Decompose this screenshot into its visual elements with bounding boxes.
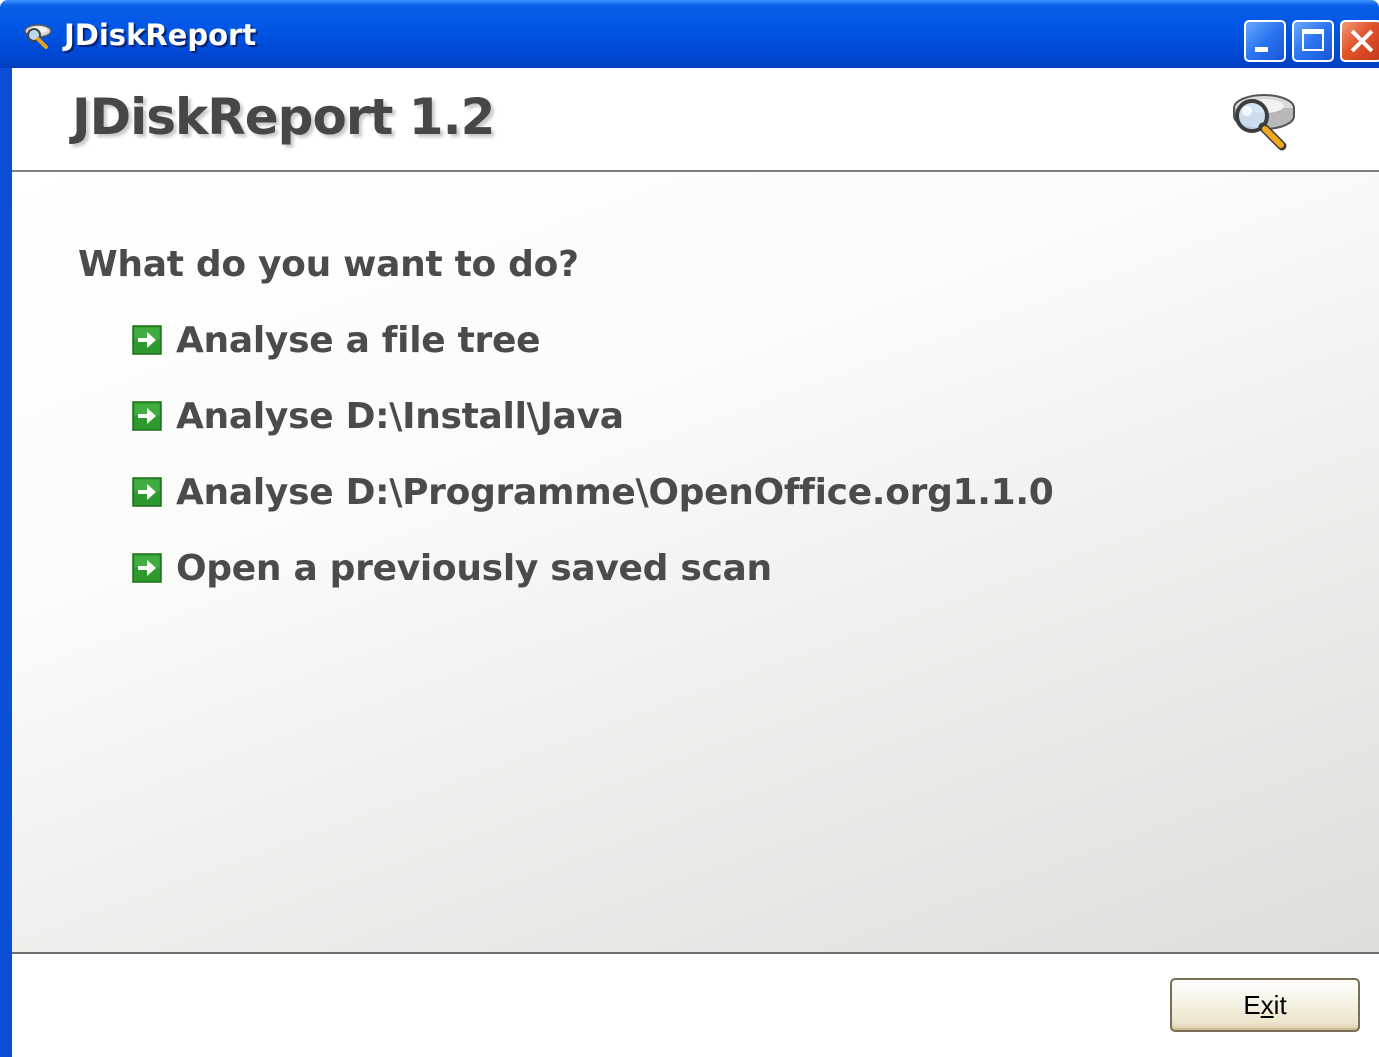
close-button[interactable]	[1340, 20, 1379, 62]
client-area: JDiskReport 1.2 What do you want to do?	[12, 68, 1379, 1057]
green-arrow-icon	[132, 325, 162, 355]
action-label: Analyse a file tree	[176, 319, 541, 361]
action-open-saved-scan[interactable]: Open a previously saved scan	[132, 546, 772, 590]
action-label: Open a previously saved scan	[176, 547, 772, 589]
action-analyse-recent-1[interactable]: Analyse D:\Install\Java	[132, 394, 624, 438]
footer: Exit	[12, 954, 1379, 1057]
app-header: JDiskReport 1.2	[12, 68, 1379, 172]
maximize-button[interactable]	[1292, 20, 1334, 62]
action-analyse-file-tree[interactable]: Analyse a file tree	[132, 318, 540, 362]
green-arrow-icon	[132, 553, 162, 583]
exit-mnemonic: x	[1260, 989, 1274, 1020]
app-icon[interactable]	[22, 22, 56, 50]
minimize-button[interactable]	[1244, 20, 1286, 62]
exit-label: Exit	[1243, 989, 1287, 1020]
title-bar[interactable]: JDiskReport	[0, 0, 1379, 68]
action-label: Analyse D:\Install\Java	[176, 395, 624, 437]
green-arrow-icon	[132, 477, 162, 507]
app-window: JDiskReport JDiskReport 1.2 What do you …	[0, 0, 1379, 1057]
window-title: JDiskReport	[64, 18, 257, 52]
main-panel: What do you want to do? Analyse a file t…	[12, 172, 1379, 954]
exit-button[interactable]: Exit	[1170, 978, 1360, 1032]
disk-magnifier-icon	[1233, 94, 1295, 151]
action-analyse-recent-2[interactable]: Analyse D:\Programme\OpenOffice.org1.1.0	[132, 470, 1054, 514]
action-label: Analyse D:\Programme\OpenOffice.org1.1.0	[176, 471, 1054, 513]
green-arrow-icon	[132, 401, 162, 431]
page-title: JDiskReport 1.2	[72, 88, 495, 146]
question-heading: What do you want to do?	[78, 244, 579, 285]
